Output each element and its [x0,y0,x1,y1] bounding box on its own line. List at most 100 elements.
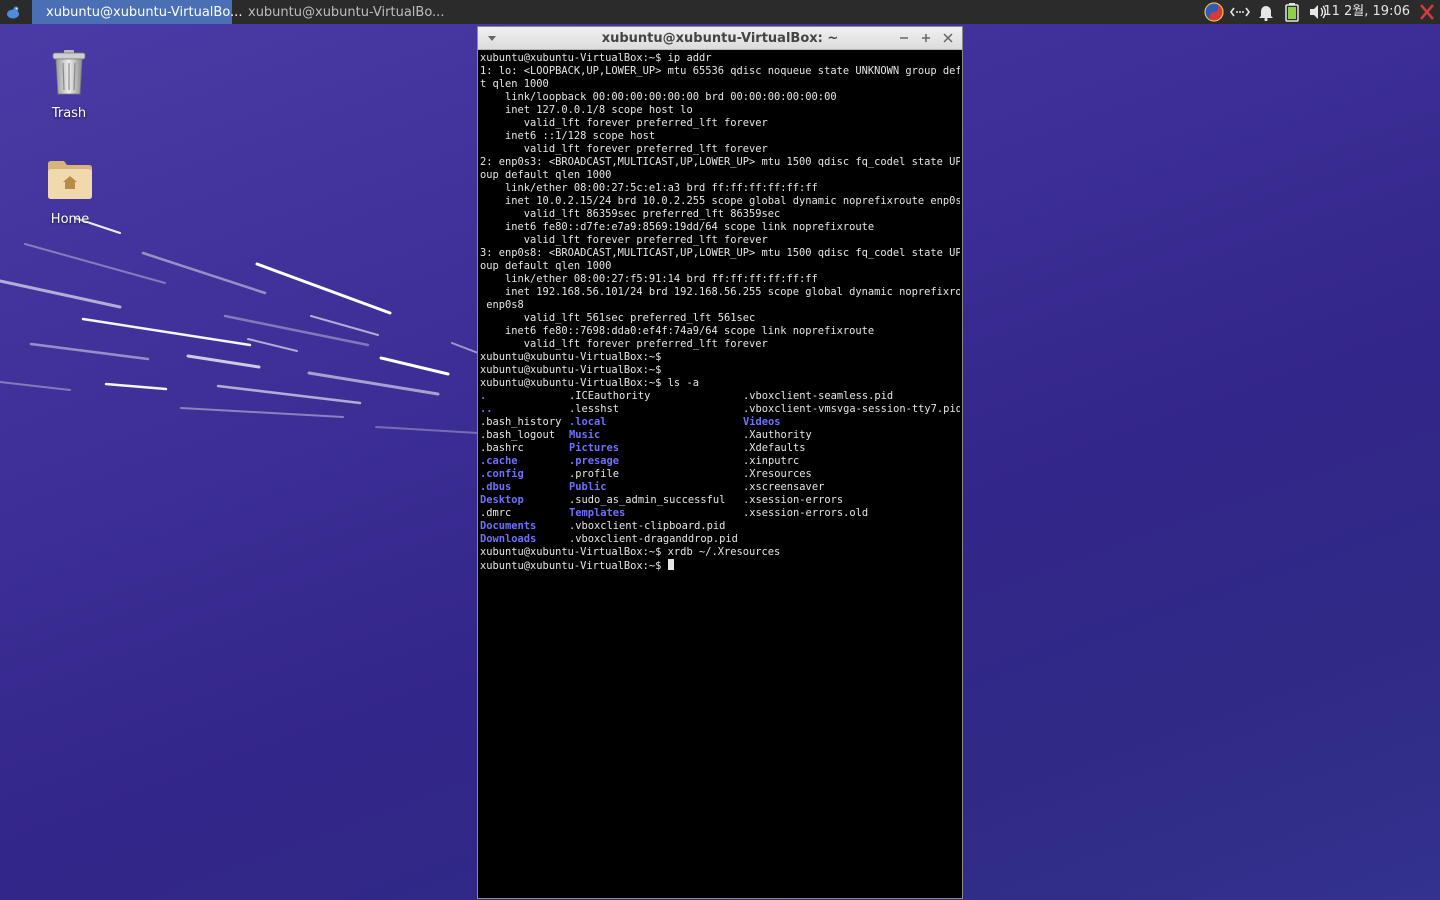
window-titlebar[interactable]: xubuntu@xubuntu-VirtualBox: ~ [478,27,962,50]
desktop-icon-trash[interactable]: Trash [29,48,109,121]
terminal-line: valid_lft forever preferred_lft forever [480,117,768,129]
ls-directory-entry: .. [480,403,493,415]
terminal-line: xubuntu@xubuntu-VirtualBox:~$ ip addr [480,52,712,64]
ls-row: . .ICEauthority .vboxclient-seamless.pid [480,390,960,403]
maximize-icon [922,34,930,42]
ls-file-entry: .profile [569,468,620,480]
ls-file-entry: .sudo_as_admin_successful [569,494,726,506]
ls-directory-entry: .config [480,468,524,480]
home-folder-icon [48,161,92,199]
system-tray [1204,0,1328,24]
ls-file-entry: .xinputrc [743,455,800,467]
whisker-menu-button[interactable] [2,2,24,22]
terminal-line: oup default qlen 1000 [480,169,612,181]
ls-directory-entry: Music [569,429,601,441]
ls-row: .cache .presage .xinputrc [480,455,960,468]
network-icon[interactable] [1230,2,1250,22]
xubuntu-logout-icon[interactable] [1418,3,1436,21]
terminal-line: inet6 fe80::d7fe:e7a9:8569:19dd/64 scope… [480,221,875,233]
ls-directory-entry: Pictures [569,442,620,454]
ls-file-entry [743,533,958,546]
terminal-line: valid_lft forever preferred_lft forever [480,234,768,246]
ip-addr-output: xubuntu@xubuntu-VirtualBox:~$ ip addr 1: … [480,52,960,390]
terminal-line: 3: enp0s8: <BROADCAST,MULTICAST,UP,LOWER… [480,247,960,259]
xfce-mouse-icon [7,6,19,19]
ls-file-entry: .xsession-errors.old [743,507,869,519]
ls-row: .dmrc Templates .xsession-errors.old [480,507,960,520]
notification-bell-icon[interactable] [1256,2,1276,22]
ls-file-entry: .lesshst [569,403,620,415]
terminal-line: xubuntu@xubuntu-VirtualBox:~$ [480,364,662,376]
task-label: xubuntu@xubuntu-VirtualBo... [46,4,243,20]
desktop-icon-home[interactable]: Home [30,158,110,227]
task-label: xubuntu@xubuntu-VirtualBo... [248,4,445,20]
close-button[interactable] [939,29,957,47]
ls-directory-entry: Public [569,481,607,493]
terminal-line: link/ether 08:00:27:f5:91:14 brd ff:ff:f… [480,273,818,285]
ls-directory-entry: Desktop [480,494,524,506]
terminal-tail-output: xubuntu@xubuntu-VirtualBox:~$ xrdb ~/.Xr… [480,546,960,559]
terminal-line: 2: enp0s3: <BROADCAST,MULTICAST,UP,LOWER… [480,156,960,168]
ls-file-entry: .xsession-errors [743,494,844,506]
terminal-line: xubuntu@xubuntu-VirtualBox:~$ [480,351,662,363]
minimize-icon [900,37,908,39]
maximize-button[interactable] [917,29,935,47]
terminal-line: t qlen 1000 [480,78,549,90]
close-icon [943,33,953,43]
taskbar-button-terminal-2[interactable]: xubuntu@xubuntu-VirtualBo... [234,0,444,24]
window-title: xubuntu@xubuntu-VirtualBox: ~ [601,31,839,46]
trash-icon [52,50,86,95]
ls-row: Documents .vboxclient-clipboard.pid [480,520,960,533]
minimize-button[interactable] [895,29,913,47]
ls-file-entry: .Xresources [743,468,812,480]
terminal-line: enp0s8 [480,299,524,311]
terminal-line: inet6 fe80::7698:dda0:ef4f:74a9/64 scope… [480,325,875,337]
terminal-line: valid_lft forever preferred_lft forever [480,338,768,350]
terminal-prompt-line[interactable]: xubuntu@xubuntu-VirtualBox:~$ [480,559,960,572]
ls-file-entry: .ICEauthority [569,390,651,402]
ls-row: .bash_history .local Videos [480,416,960,429]
terminal-output[interactable]: xubuntu@xubuntu-VirtualBox:~$ ip addr 1: … [480,52,960,896]
terminal-line: oup default qlen 1000 [480,260,612,272]
ls-row: .. .lesshst .vboxclient-vmsvga-session-tty… [480,403,960,416]
ls-file-entry: .xscreensaver [743,481,825,493]
ls-directory-entry: Videos [743,416,781,428]
ls-directory-entry: Documents [480,520,537,532]
ls-file-entry: .vboxclient-vmsvga-session-tty7.pid [743,403,960,415]
desktop-icon-label: Home [50,212,90,227]
panel-clock[interactable]: 11 2월, 19:06 [1323,0,1410,24]
taskbar-button-terminal-1[interactable]: xubuntu@xubuntu-VirtualBo... [32,0,242,24]
terminal-line: 1: lo: <LOOPBACK,UP,LOWER_UP> mtu 65536 … [480,65,960,77]
ls-file-entry: .dmrc [480,507,512,519]
ls-directory-entry: . [480,390,487,402]
ls-file-entry: .bash_logout [480,429,556,441]
terminal-line: inet6 ::1/128 scope host [480,130,656,142]
battery-icon[interactable] [1284,2,1300,22]
ls-file-entry: .vboxclient-clipboard.pid [569,520,726,532]
terminal-line: link/loopback 00:00:00:00:00:00 brd 00:0… [480,91,837,103]
ls-file-entry: .Xauthority [743,429,812,441]
terminal-line: xubuntu@xubuntu-VirtualBox:~$ ls -a [480,377,699,389]
ls-row: .dbus Public .xscreensaver [480,481,960,494]
ls-row: Downloads .vboxclient-draganddrop.pid [480,533,960,546]
desktop-icon-label: Trash [51,106,87,121]
ls-directory-entry: .local [569,416,607,428]
input-method-icon[interactable] [1204,2,1224,22]
ls-directory-entry: Downloads [480,533,537,545]
terminal-line: valid_lft 86359sec preferred_lft 86359se… [480,208,781,220]
ls-row: .bashrc Pictures .Xdefaults [480,442,960,455]
terminal-window[interactable]: xubuntu@xubuntu-VirtualBox: ~ xubuntu@xu… [477,26,963,899]
ls-directory-entry: Templates [569,507,626,519]
action-buttons[interactable] [1418,3,1436,25]
prompt-text: xubuntu@xubuntu-VirtualBox:~$ [480,560,668,572]
ls-file-entry: .vboxclient-draganddrop.pid [569,533,738,545]
ls-file-entry: .bashrc [480,442,524,454]
ls-file-entry: .vboxclient-seamless.pid [743,390,894,402]
ls-output: . .ICEauthority .vboxclient-seamless.pid..… [480,390,960,546]
ls-row: Desktop .sudo_as_admin_successful .xsessio… [480,494,960,507]
ls-directory-entry: .dbus [480,481,512,493]
ls-row: .bash_logout Music .Xauthority [480,429,960,442]
ls-file-entry: .Xdefaults [743,442,806,454]
terminal-line: valid_lft 561sec preferred_lft 561sec [480,312,756,324]
terminal-line: valid_lft forever preferred_lft forever [480,143,768,155]
